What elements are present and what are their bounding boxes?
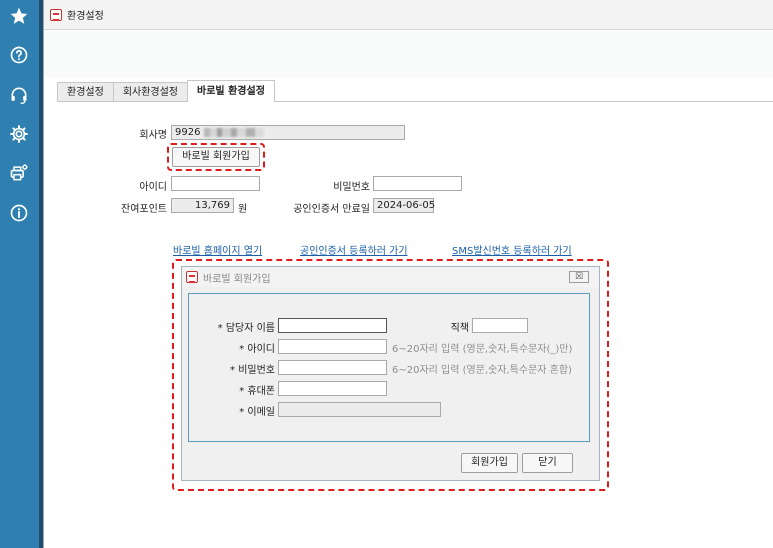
dialog-app-icon bbox=[186, 271, 198, 283]
points-unit: 원 bbox=[238, 204, 248, 215]
barobill-homepage-link[interactable]: 바로빌 홈페이지 열기 bbox=[173, 242, 262, 257]
headset-icon[interactable] bbox=[8, 84, 30, 106]
redacted-company-name bbox=[204, 127, 265, 137]
dialog-titlebar: 바로빌 회원가입 bbox=[182, 267, 599, 287]
app-icon bbox=[50, 8, 62, 21]
window-title: 환경설정 bbox=[67, 11, 104, 22]
sidebar bbox=[0, 0, 43, 548]
window-titlebar: 환경설정 bbox=[44, 0, 773, 30]
signup-password-input[interactable] bbox=[278, 360, 387, 375]
sms-register-link[interactable]: SMS발신번호 등록하러 가기 bbox=[452, 242, 572, 257]
email-label: * 이메일 bbox=[239, 407, 275, 418]
points-label: 잔여포인트 bbox=[121, 204, 167, 215]
tab-bar: 환경설정 회사환경설정 바로빌 환경설정 bbox=[57, 80, 275, 102]
signup-id-hint: 6~20자리 입력 (영문,숫자,특수문자(_)만) bbox=[392, 344, 573, 355]
id-label: 아이디 bbox=[139, 182, 167, 193]
dialog-form-panel: * 담당자 이름 직책 * 아이디 6~20자리 입력 (영문,숫자,특수문자(… bbox=[188, 293, 590, 442]
tab-company-settings[interactable]: 회사환경설정 bbox=[112, 82, 189, 102]
company-field: 9926 bbox=[171, 125, 405, 140]
barobill-join-button[interactable]: 바로빌 회원가입 bbox=[172, 147, 260, 167]
position-label: 직책 bbox=[450, 323, 469, 334]
help-icon[interactable] bbox=[8, 44, 30, 66]
signup-dialog: 바로빌 회원가입 ☒ * 담당자 이름 직책 * 아이디 6~20자리 입력 (… bbox=[181, 266, 600, 481]
gear-icon[interactable] bbox=[8, 123, 30, 145]
points-value: 13,769 bbox=[171, 198, 234, 213]
password-input[interactable] bbox=[373, 176, 462, 191]
signup-id-label: * 아이디 bbox=[239, 344, 275, 355]
email-input[interactable] bbox=[278, 402, 441, 417]
password-label: 비밀번호 bbox=[333, 182, 370, 193]
position-input[interactable] bbox=[472, 318, 528, 333]
cert-register-link[interactable]: 공인인증서 등록하러 가기 bbox=[300, 242, 408, 257]
signup-password-hint: 6~20자리 입력 (영문,숫자,특수문자 혼합) bbox=[392, 365, 572, 376]
tab-barobill-settings[interactable]: 바로빌 환경설정 bbox=[187, 80, 275, 102]
id-input[interactable] bbox=[171, 176, 260, 191]
signup-password-label: * 비밀번호 bbox=[230, 365, 275, 376]
dialog-close-button[interactable]: 닫기 bbox=[522, 453, 573, 473]
tab-underline bbox=[57, 101, 773, 102]
signup-id-input[interactable] bbox=[278, 339, 387, 354]
cert-expiry-label: 공인인증서 만료일 bbox=[293, 204, 370, 215]
phone-input[interactable] bbox=[278, 381, 387, 396]
dialog-close-icon[interactable]: ☒ bbox=[569, 271, 589, 283]
printer-settings-icon[interactable] bbox=[8, 162, 30, 184]
star-icon[interactable] bbox=[8, 5, 30, 27]
tab-general-settings[interactable]: 환경설정 bbox=[57, 82, 114, 102]
phone-label: * 휴대폰 bbox=[239, 386, 275, 397]
signup-submit-button[interactable]: 회원가입 bbox=[461, 453, 518, 473]
cert-expiry-value: 2024-06-05 bbox=[373, 198, 435, 213]
toolbar-area bbox=[44, 30, 773, 78]
info-icon[interactable] bbox=[8, 202, 30, 224]
contact-name-label: * 담당자 이름 bbox=[217, 323, 275, 334]
company-value: 9926 bbox=[175, 127, 201, 138]
dialog-title: 바로빌 회원가입 bbox=[203, 273, 271, 285]
contact-name-input[interactable] bbox=[278, 318, 387, 333]
company-label: 회사명 bbox=[139, 130, 167, 141]
